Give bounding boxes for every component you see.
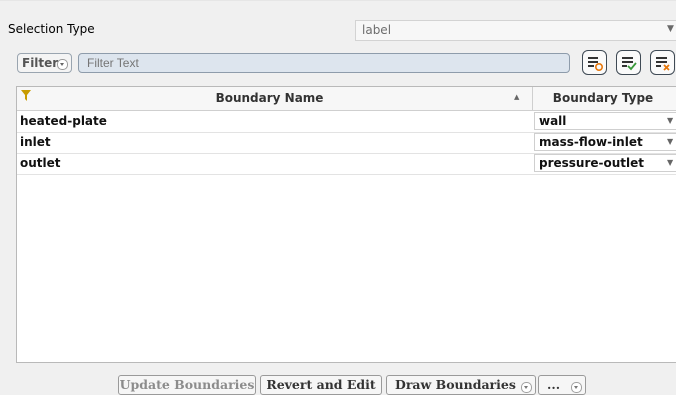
table-row[interactable]: heated-plate wall ▼ [17, 111, 676, 133]
selection-type-dropdown[interactable]: label ▼ [355, 20, 676, 41]
chevron-down-icon [571, 382, 582, 393]
column-label: Boundary Name [215, 91, 324, 105]
more-label: ... [547, 377, 561, 392]
chevron-down-icon: ▼ [667, 158, 674, 167]
table-row[interactable]: inlet mass-flow-inlet ▼ [17, 132, 676, 154]
boundary-name: outlet [20, 156, 61, 170]
filter-text-input[interactable] [78, 53, 570, 73]
clear-selection-button[interactable] [650, 50, 675, 75]
sort-ascending-icon: ▲ [514, 93, 520, 101]
chevron-down-icon: ▼ [667, 116, 674, 125]
list-clear-icon [656, 57, 670, 71]
more-options-button[interactable]: ... [538, 375, 586, 395]
chevron-down-icon: ▼ [667, 137, 674, 146]
column-label: Boundary Type [552, 91, 654, 105]
boundary-type-value: wall [539, 114, 567, 128]
boundary-type-value: mass-flow-inlet [539, 135, 643, 149]
update-boundaries-button[interactable]: Update Boundaries [118, 375, 256, 395]
filter-options-button[interactable] [582, 50, 607, 75]
boundary-type-value: pressure-outlet [539, 156, 645, 170]
selection-type-label: Selection Type [8, 22, 95, 36]
chevron-down-icon[interactable] [521, 382, 532, 393]
boundary-name: heated-plate [20, 114, 107, 128]
table-row[interactable]: outlet pressure-outlet ▼ [17, 153, 676, 175]
boundary-type-dropdown[interactable]: pressure-outlet ▼ [534, 154, 676, 172]
filter-list-options-icon [588, 57, 604, 72]
draw-boundaries-button[interactable]: Draw Boundaries [386, 375, 536, 395]
boundaries-table: Boundary Name ▲ Boundary Type heated-pla… [16, 86, 676, 363]
revert-and-edit-button[interactable]: Revert and Edit [260, 375, 382, 395]
selection-type-value: label [362, 23, 392, 37]
select-all-button[interactable] [616, 50, 641, 75]
top-divider [0, 0, 676, 1]
boundary-name: inlet [20, 135, 51, 149]
column-header-boundary-name[interactable]: Boundary Name ▲ [17, 87, 533, 110]
column-header-boundary-type[interactable]: Boundary Type [533, 87, 676, 110]
chevron-down-icon: ▼ [667, 24, 674, 34]
list-check-icon [622, 57, 637, 71]
table-header: Boundary Name ▲ Boundary Type [17, 87, 676, 111]
boundary-type-dropdown[interactable]: wall ▼ [534, 112, 676, 130]
boundary-type-dropdown[interactable]: mass-flow-inlet ▼ [534, 133, 676, 151]
filter-button[interactable]: Filter [17, 53, 72, 73]
chevron-down-icon [57, 59, 68, 70]
filter-button-label: Filter [22, 56, 59, 70]
draw-boundaries-label: Draw Boundaries [395, 377, 516, 392]
